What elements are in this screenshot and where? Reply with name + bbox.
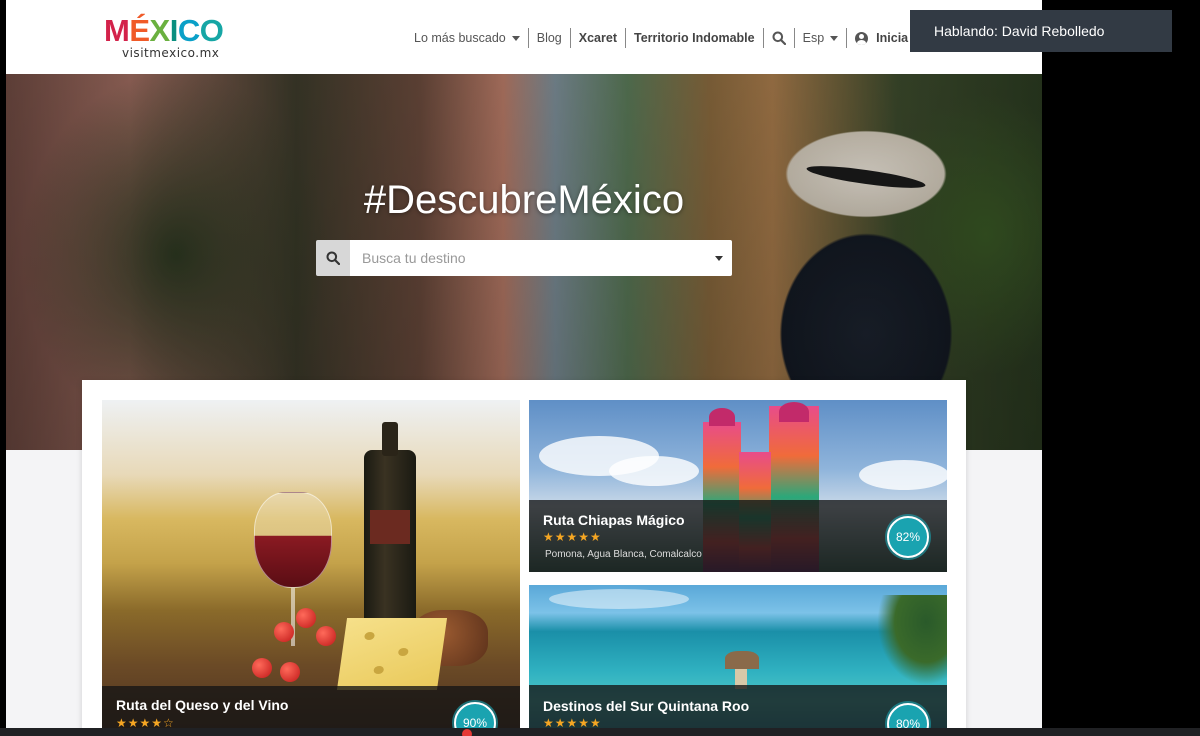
logo-subtitle: visitmexico.mx — [122, 46, 220, 60]
notification-dot-icon — [462, 729, 472, 736]
route-places: Pomona, Agua Blanca, Comalcalco — [545, 549, 702, 560]
route-title: Ruta Chiapas Mágico — [543, 512, 685, 528]
browser-page: M É X I C O visitmexico.mx Lo más buscad… — [6, 0, 1042, 728]
star-rating: ★★★★★ — [543, 716, 602, 728]
search-icon — [772, 31, 786, 45]
chevron-down-icon — [715, 255, 723, 261]
palm-tree-image — [877, 595, 947, 685]
destination-search-input[interactable] — [350, 240, 706, 276]
nav-login[interactable]: Inicia — [847, 27, 916, 49]
nav-search-button[interactable] — [764, 27, 794, 49]
tomato-image — [280, 662, 300, 682]
logo-letter: X — [149, 13, 171, 48]
main-nav: Lo más buscado Blog Xcaret Territorio In… — [406, 26, 916, 50]
route-title: Ruta del Queso y del Vino — [116, 697, 289, 713]
chevron-down-icon — [511, 35, 520, 41]
wine-glass-image — [254, 492, 332, 588]
chevron-down-icon — [830, 35, 839, 41]
cheese-image — [336, 618, 448, 690]
cloud-image — [549, 589, 689, 609]
search-icon — [326, 251, 340, 265]
featured-routes-panel: Ruta del Queso y del Vino ★★★★☆ 90% Ruta… — [82, 380, 966, 728]
taskbar-strip — [0, 728, 1200, 736]
destination-search — [316, 240, 732, 276]
nav-mas-buscado[interactable]: Lo más buscado — [406, 27, 528, 49]
star-rating: ★★★★★ — [543, 530, 602, 544]
nav-territorio-indomable[interactable]: Territorio Indomable — [626, 27, 763, 49]
language-selector[interactable]: Esp — [795, 27, 847, 49]
speaker-indicator: Hablando: David Rebolledo — [910, 10, 1172, 52]
tomato-image — [296, 608, 316, 628]
tomato-image — [316, 626, 336, 646]
logo-letter: I — [169, 13, 179, 48]
match-percent-badge: 82% — [887, 516, 929, 558]
visitmexico-logo[interactable]: M É X I C O visitmexico.mx — [104, 14, 234, 64]
site-header: M É X I C O visitmexico.mx Lo más buscad… — [6, 0, 1042, 74]
nav-xcaret[interactable]: Xcaret — [571, 27, 625, 49]
wine-bottle-image — [364, 422, 416, 626]
user-icon — [855, 31, 869, 45]
hero-title: #DescubreMéxico — [363, 178, 685, 222]
tomato-image — [274, 622, 294, 642]
nav-login-label: Inicia — [876, 31, 909, 45]
logo-letter: C — [177, 13, 200, 48]
route-card-queso-vino[interactable]: Ruta del Queso y del Vino ★★★★☆ 90% — [102, 400, 520, 728]
route-card-quintana-roo[interactable]: Destinos del Sur Quintana Roo ★★★★★ 80% — [529, 585, 947, 728]
cloud-image — [859, 460, 947, 490]
logo-letter: O — [199, 13, 224, 48]
route-card-chiapas-magico[interactable]: Ruta Chiapas Mágico ★★★★★ Pomona, Agua B… — [529, 400, 947, 572]
nav-mas-buscado-label: Lo más buscado — [414, 31, 506, 45]
route-title: Destinos del Sur Quintana Roo — [543, 698, 750, 714]
star-rating: ★★★★☆ — [116, 716, 175, 728]
logo-letter: É — [129, 13, 150, 48]
cloud-image — [609, 456, 699, 486]
language-label: Esp — [802, 31, 825, 45]
nav-blog[interactable]: Blog — [529, 27, 570, 49]
search-dropdown-toggle[interactable] — [706, 240, 732, 276]
search-button[interactable] — [316, 240, 350, 276]
palapa-image — [725, 651, 759, 669]
tomato-image — [252, 658, 272, 678]
logo-wordmark: M É X I C O — [104, 14, 234, 48]
speaker-indicator-text: Hablando: David Rebolledo — [934, 23, 1105, 39]
logo-letter: M — [104, 13, 130, 48]
